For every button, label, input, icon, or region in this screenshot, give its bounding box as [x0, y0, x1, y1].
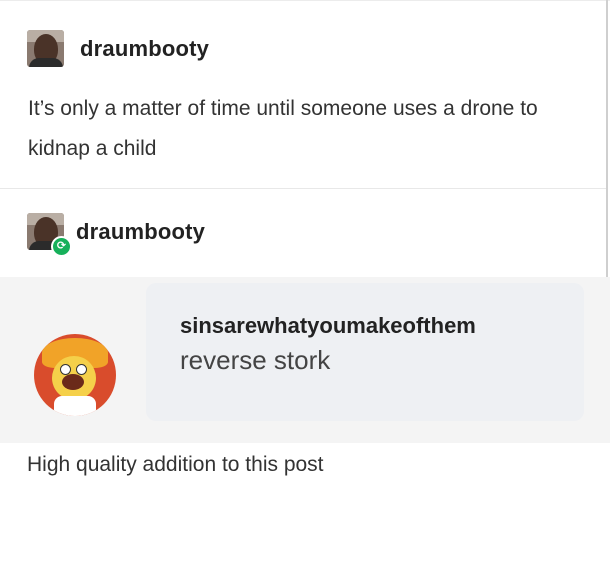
reply-avatar[interactable]: [34, 334, 116, 416]
reply-text: reverse stork: [180, 345, 331, 375]
scrollbar-edge: [606, 0, 608, 288]
reply-section: sinsarewhatyoumakeofthem reverse stork: [0, 277, 610, 443]
avatar[interactable]: [27, 30, 64, 67]
original-post: draumbooty It’s only a matter of time un…: [0, 0, 606, 188]
username[interactable]: draumbooty: [76, 219, 205, 245]
reply-bubble: sinsarewhatyoumakeofthem reverse stork: [146, 283, 584, 421]
reblog-post: ⟳ draumbooty: [0, 188, 606, 277]
reblog-avatar-wrapper: ⟳: [27, 213, 72, 257]
post-header: draumbooty: [27, 30, 209, 67]
post-body-text: It’s only a matter of time until someone…: [28, 97, 538, 160]
reply-username[interactable]: sinsarewhatyoumakeofthem: [180, 313, 476, 339]
reblog-header: ⟳ draumbooty: [27, 213, 205, 257]
reblog-comment-text: High quality addition to this post: [27, 453, 324, 476]
username[interactable]: draumbooty: [80, 36, 209, 62]
reblog-icon: ⟳: [51, 236, 72, 257]
